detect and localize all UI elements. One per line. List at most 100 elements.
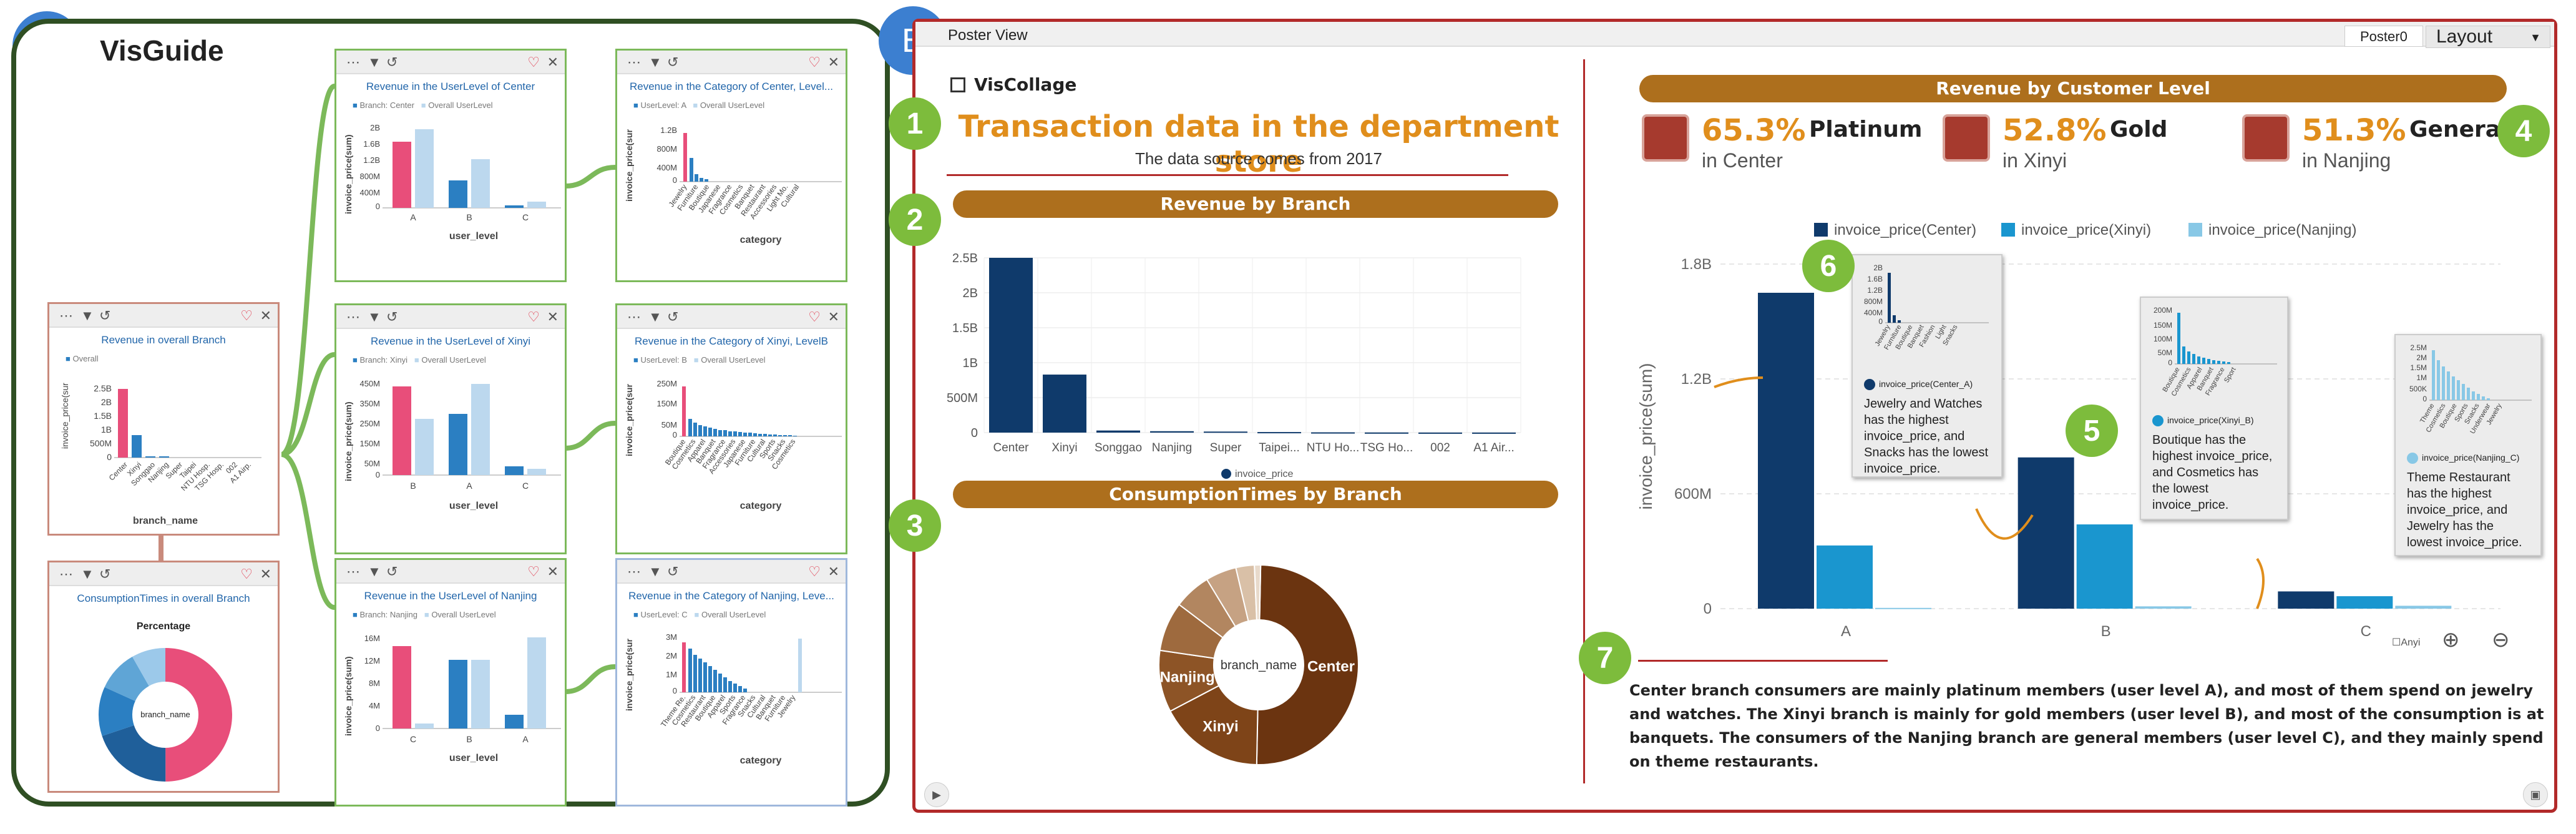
svg-text:invoice_price(sur: invoice_price(sur (624, 639, 634, 711)
x-tick-label: B (2101, 623, 2111, 640)
heart-icon[interactable]: ♡ (240, 566, 253, 582)
close-icon[interactable]: ✕ (828, 309, 839, 325)
card-userlevel-xinyi[interactable]: ⋯ ▼ ↺ ♡ ✕ Revenue in the UserLevel of Xinyi … (334, 303, 567, 554)
card-userlevel-nanjing[interactable]: ⋯ ▼ ↺ ♡ ✕ Revenue in the UserLevel of Nanjin… (334, 558, 567, 807)
svg-text:8M: 8M (369, 679, 380, 688)
x-tick-label: NTU Ho... (1307, 441, 1359, 454)
more-icon[interactable]: ⋯ (346, 564, 360, 580)
poster-view-tab[interactable]: Poster View (948, 27, 1028, 44)
more-icon[interactable]: ⋯ (346, 309, 360, 325)
mini-bar-chart: invoice_price(sur 2.5B2B1.5B1B500M0 Cent… (60, 383, 261, 526)
banner-consumption-branch: ConsumptionTimes by Branch (953, 481, 1558, 508)
svg-text:category: category (740, 755, 782, 766)
svg-text:200M: 200M (2154, 306, 2172, 315)
filter-icon[interactable]: ▼ (648, 309, 662, 325)
bar (1096, 430, 1140, 433)
svg-text:0: 0 (673, 430, 677, 439)
more-icon[interactable]: ⋯ (59, 566, 73, 582)
undo-icon[interactable]: ↺ (386, 309, 398, 325)
heart-icon[interactable]: ♡ (240, 308, 253, 324)
poster0-tab[interactable]: Poster0 (2344, 26, 2423, 47)
close-icon[interactable]: ✕ (260, 566, 271, 582)
play-button[interactable]: ▶ (924, 782, 949, 807)
filter-icon[interactable]: ▼ (368, 564, 381, 580)
undo-icon[interactable]: ↺ (667, 564, 678, 580)
svg-text:A: A (410, 212, 416, 222)
card-category-nanjing[interactable]: ⋯ ▼ ↺ ♡ ✕ Revenue in the Category of Nanjing… (615, 558, 847, 807)
slice-label: Nanjing (1160, 669, 1215, 685)
filter-icon[interactable]: ▼ (648, 564, 662, 580)
x-tick-label: Taipei... (1259, 441, 1299, 454)
card-revenue-overall[interactable]: ⋯ ▼ ↺ ♡ ✕ Revenue in overall Branch ■ Ov… (47, 302, 280, 536)
tooltip-legend: invoice_price(Center_A) (1864, 376, 1990, 392)
undo-icon[interactable]: ↺ (667, 54, 678, 71)
y-tick-label: 1.2B (1681, 371, 1712, 388)
save-icon[interactable]: ▣ (2523, 782, 2548, 807)
y-tick-label: 0 (1704, 601, 1712, 617)
svg-text:12M: 12M (364, 656, 380, 665)
heart-icon[interactable]: ♡ (808, 309, 821, 325)
tooltip-text: Boutique has the highest invoice_price, … (2152, 433, 2273, 512)
more-icon[interactable]: ⋯ (59, 308, 73, 324)
zoom-in-icon[interactable]: ⊕ (2442, 627, 2460, 652)
close-icon[interactable]: ✕ (828, 54, 839, 71)
more-icon[interactable]: ⋯ (627, 564, 641, 580)
close-icon[interactable]: ✕ (547, 564, 559, 580)
tooltip-mini-chart: 2.5M2M1.5M1M500K0 ThemeCosmeticsBoutique… (2409, 343, 2532, 435)
chart-growth-icon (1943, 114, 1990, 162)
filter-icon[interactable]: ▼ (368, 54, 381, 71)
filter-icon[interactable]: ▼ (368, 309, 381, 325)
donut-center-label: branch_name (1221, 659, 1297, 672)
card-userlevel-center[interactable]: ⋯ ▼ ↺ ♡ ✕ Revenue in the UserLevel of Center… (334, 49, 567, 282)
more-icon[interactable]: ⋯ (627, 54, 641, 71)
bar (1043, 375, 1086, 433)
layout-dropdown[interactable]: Layout ▼ (2426, 26, 2550, 48)
card-legend: ■ Overall (66, 354, 99, 363)
legend-swatch (2001, 223, 2015, 237)
anyi-checkbox[interactable]: ☐Anyi (2392, 636, 2420, 649)
undo-icon[interactable]: ↺ (99, 566, 110, 582)
card-toolbar: ⋯ ▼ ↺ ♡ ✕ (336, 51, 565, 74)
y-axis-label: invoice_price(sum) (1636, 363, 1656, 510)
filter-icon[interactable]: ▼ (80, 308, 94, 324)
svg-text:1.6B: 1.6B (363, 139, 380, 149)
y-tick-label: 1.8B (1681, 256, 1712, 273)
heart-icon[interactable]: ♡ (808, 564, 821, 580)
close-icon[interactable]: ✕ (828, 564, 839, 580)
svg-text:150M: 150M (2154, 321, 2172, 330)
more-icon[interactable]: ⋯ (346, 54, 360, 71)
bar (1472, 432, 1516, 434)
svg-text:500K: 500K (2409, 385, 2427, 393)
svg-text:2B: 2B (1873, 263, 1883, 272)
card-toolbar: ⋯ ▼ ↺ ♡ ✕ (617, 305, 846, 329)
svg-text:350M: 350M (359, 399, 380, 408)
close-icon[interactable]: ✕ (547, 309, 559, 325)
card-category-xinyi[interactable]: ⋯ ▼ ↺ ♡ ✕ Revenue in the Category of Xinyi, … (615, 303, 847, 554)
svg-text:branch_name: branch_name (133, 516, 198, 526)
undo-icon[interactable]: ↺ (386, 564, 398, 580)
svg-text:0: 0 (2168, 358, 2172, 367)
legend-marker (1221, 469, 1231, 479)
card-toolbar: ⋯ ▼ ↺ ♡ ✕ (49, 304, 278, 328)
slice-label: Xinyi (1203, 719, 1238, 735)
close-icon[interactable]: ✕ (260, 308, 271, 324)
close-icon[interactable]: ✕ (547, 54, 559, 71)
undo-icon[interactable]: ↺ (386, 54, 398, 71)
heart-icon[interactable]: ♡ (527, 564, 540, 580)
undo-icon[interactable]: ↺ (99, 308, 110, 324)
card-category-center[interactable]: ⋯ ▼ ↺ ♡ ✕ Revenue in the Category of Center,… (615, 49, 847, 282)
card-consumption-overall[interactable]: ⋯ ▼ ↺ ♡ ✕ ConsumptionTimes in overall Br… (47, 561, 280, 793)
zoom-out-icon[interactable]: ⊖ (2492, 627, 2510, 652)
filter-icon[interactable]: ▼ (648, 54, 662, 71)
heart-icon[interactable]: ♡ (808, 54, 821, 71)
svg-text:1.2B: 1.2B (1867, 286, 1883, 295)
poster-subtitle: The data source comes from 2017 (1135, 149, 1382, 168)
visguide-panel: VisGuide ⋯ ▼ ↺ ♡ ✕ Revenue in overall Br… (11, 19, 890, 807)
heart-icon[interactable]: ♡ (527, 309, 540, 325)
card-title: Revenue in overall Branch (101, 334, 226, 346)
heart-icon[interactable]: ♡ (527, 54, 540, 71)
filter-icon[interactable]: ▼ (80, 566, 94, 582)
card-title: Revenue in the UserLevel of Center (366, 81, 535, 92)
more-icon[interactable]: ⋯ (627, 309, 641, 325)
undo-icon[interactable]: ↺ (667, 309, 678, 325)
